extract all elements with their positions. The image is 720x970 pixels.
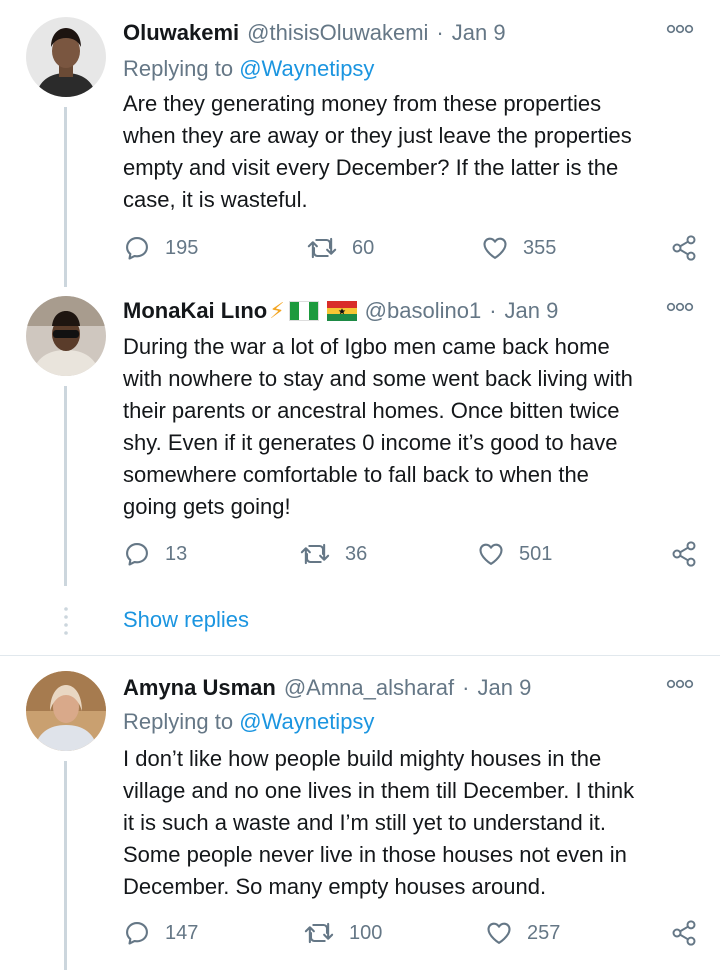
user-handle[interactable]: @thisisOluwakemi xyxy=(247,20,428,46)
ghana-flag-icon xyxy=(326,301,357,321)
reply-count: 13 xyxy=(165,542,188,565)
replying-to: Replying to @Waynetipsy xyxy=(123,709,374,735)
tweet-text-line: when they are away or they just leave th… xyxy=(123,123,632,148)
retweet-icon xyxy=(306,234,338,262)
retweet-count: 60 xyxy=(352,236,375,259)
like-button[interactable]: 355 xyxy=(481,232,556,264)
heart-icon xyxy=(477,540,505,568)
retweet-count: 100 xyxy=(349,921,383,944)
replying-to-link[interactable]: @Waynetipsy xyxy=(239,709,374,734)
like-count: 501 xyxy=(519,542,553,565)
tweet-text-line: with nowhere to stay and some went back … xyxy=(123,366,633,391)
share-icon xyxy=(670,919,698,947)
display-name[interactable]: Oluwakemi xyxy=(123,20,239,46)
tweet-text-line: December. So many empty houses around. xyxy=(123,874,547,899)
reply-icon xyxy=(123,919,151,947)
retweet-icon xyxy=(303,919,335,947)
share-button[interactable] xyxy=(670,917,698,949)
reply-count: 195 xyxy=(165,236,199,259)
timestamp[interactable]: Jan 9 xyxy=(452,20,506,46)
thread-continuation-dots xyxy=(64,607,68,635)
show-replies-link[interactable]: Show replies xyxy=(123,607,249,633)
retweet-button[interactable]: 60 xyxy=(306,232,374,264)
tweet-header: MonaKai Lιno ⚡ @basolino1 · Jan 9 xyxy=(123,296,558,326)
tweet-text-line: somewhere comfortable to fall back to wh… xyxy=(123,462,589,487)
tweet-text-line: I don’t like how people build mighty hou… xyxy=(123,746,602,771)
tweet-text-line: their parents or ancestral homes. Once b… xyxy=(123,398,620,423)
separator: · xyxy=(462,675,470,700)
replying-to-label: Replying to xyxy=(123,709,234,734)
reply-button[interactable]: 195 xyxy=(123,232,198,264)
reply-icon xyxy=(123,234,151,262)
display-name[interactable]: MonaKai Lιno xyxy=(123,298,267,324)
user-handle[interactable]: @Amna_alsharaf xyxy=(284,675,454,701)
like-button[interactable]: 257 xyxy=(485,917,560,949)
heart-icon xyxy=(481,234,509,262)
replying-to: Replying to @Waynetipsy xyxy=(123,56,374,82)
share-icon xyxy=(670,540,698,568)
tweet-text-line: empty and visit every December? If the l… xyxy=(123,155,619,180)
retweet-count: 36 xyxy=(345,542,368,565)
tweet-text: During the war a lot of Igbo men came ba… xyxy=(123,331,703,523)
tweet[interactable]: MonaKai Lιno ⚡ @basolino1 · Jan 9 During… xyxy=(0,296,720,586)
reply-icon xyxy=(123,540,151,568)
heart-icon xyxy=(485,919,513,947)
like-count: 257 xyxy=(527,921,561,944)
display-name[interactable]: Amyna Usman xyxy=(123,675,276,701)
timestamp[interactable]: Jan 9 xyxy=(477,675,531,701)
tweet-text-line: Some people never live in those houses n… xyxy=(123,842,627,867)
tweet-text-line: going gets going! xyxy=(123,494,291,519)
nigeria-flag-icon xyxy=(288,301,319,321)
like-count: 355 xyxy=(523,236,557,259)
share-button[interactable] xyxy=(670,232,698,264)
reply-button[interactable]: 147 xyxy=(123,917,198,949)
like-button[interactable]: 501 xyxy=(477,538,552,570)
lightning-emoji: ⚡ xyxy=(269,298,285,323)
reply-count: 147 xyxy=(165,921,199,944)
tweet-actions: 195 60 355 xyxy=(123,232,698,264)
retweet-icon xyxy=(299,540,331,568)
more-icon[interactable] xyxy=(666,300,694,320)
divider xyxy=(0,655,720,656)
retweet-button[interactable]: 36 xyxy=(299,538,367,570)
tweet-text-line: case, it is wasteful. xyxy=(123,187,308,212)
tweet-text: I don’t like how people build mighty hou… xyxy=(123,743,703,903)
tweet-header: Amyna Usman @Amna_alsharaf · Jan 9 xyxy=(123,673,531,703)
user-handle[interactable]: @basolino1 xyxy=(365,298,482,324)
replying-to-label: Replying to xyxy=(123,56,234,81)
more-icon[interactable] xyxy=(666,677,694,697)
tweet-actions: 147 100 257 xyxy=(123,917,698,949)
more-icon[interactable] xyxy=(666,22,694,42)
tweet-text-line: During the war a lot of Igbo men came ba… xyxy=(123,334,610,359)
reply-button[interactable]: 13 xyxy=(123,538,187,570)
retweet-button[interactable]: 100 xyxy=(303,917,382,949)
tweet-text-line: Are they generating money from these pro… xyxy=(123,91,602,116)
share-button[interactable] xyxy=(670,538,698,570)
separator: · xyxy=(436,20,444,45)
tweet-header: Oluwakemi @thisisOluwakemi · Jan 9 xyxy=(123,18,506,48)
separator: · xyxy=(489,298,497,323)
timestamp[interactable]: Jan 9 xyxy=(505,298,559,324)
tweet[interactable]: Oluwakemi @thisisOluwakemi · Jan 9 Reply… xyxy=(0,18,720,288)
tweet-actions: 13 36 501 xyxy=(123,538,698,570)
tweet-text-line: shy. Even if it generates 0 income it’s … xyxy=(123,430,618,455)
share-icon xyxy=(670,234,698,262)
tweet-text-line: it is such a waste and I’m still yet to … xyxy=(123,810,607,835)
tweet-text-line: village and no one lives in them till De… xyxy=(123,778,635,803)
tweet-text: Are they generating money from these pro… xyxy=(123,88,703,216)
replying-to-link[interactable]: @Waynetipsy xyxy=(239,56,374,81)
tweet[interactable]: Amyna Usman @Amna_alsharaf · Jan 9 Reply… xyxy=(0,673,720,963)
